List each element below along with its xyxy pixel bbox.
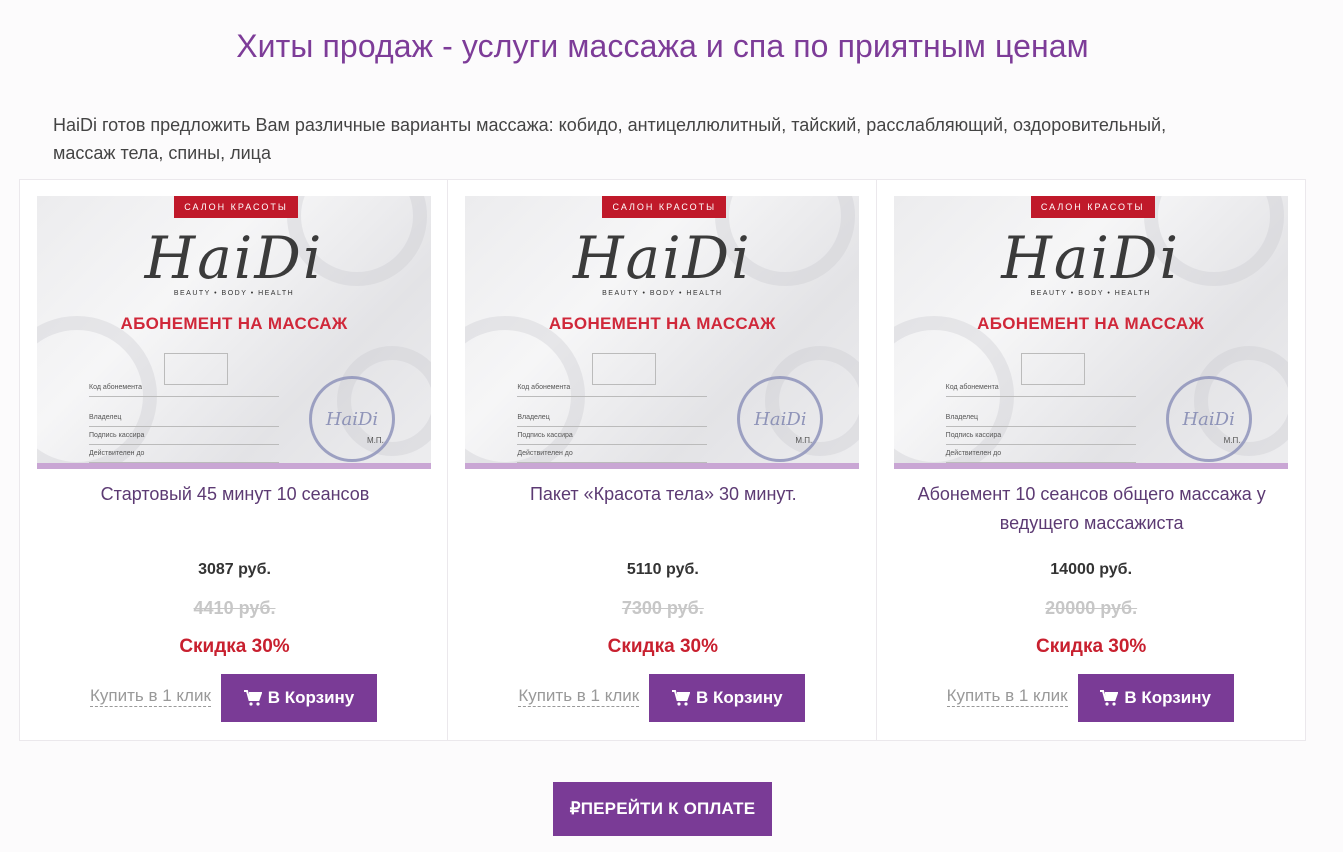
add-to-cart-label: В Корзину xyxy=(1124,688,1211,707)
add-to-cart-button[interactable]: В Корзину xyxy=(221,674,377,722)
buy-one-click-link[interactable]: Купить в 1 клик xyxy=(90,686,211,707)
stamp-icon: HaiDi xyxy=(309,376,395,462)
add-to-cart-label: В Корзину xyxy=(696,688,783,707)
product-title[interactable]: Абонемент 10 сеансов общего массажа у ве… xyxy=(917,480,1267,538)
old-price: 7300 руб. xyxy=(621,598,704,618)
shopping-cart-icon xyxy=(672,690,691,706)
stamp-mark: М.П. xyxy=(1223,436,1241,445)
add-to-cart-label: В Корзину xyxy=(267,688,355,707)
image-accent-bar xyxy=(893,463,1288,469)
old-price: 4410 руб. xyxy=(193,598,276,618)
form-line-code: Код абонемента xyxy=(945,379,1136,397)
form-line-owner: Владелец xyxy=(89,409,279,427)
form-line-code: Код абонемента xyxy=(89,379,279,397)
product-title[interactable]: Пакет «Красота тела» 30 минут. xyxy=(488,480,838,509)
form-line-owner: Владелец xyxy=(945,409,1136,427)
brand-logo: HaiDi xyxy=(572,224,752,292)
form-line-valid: Действителен до xyxy=(945,445,1136,463)
product-image[interactable]: САЛОН КРАСОТЫ HaiDi BEAUTY • BODY • HEAL… xyxy=(893,196,1288,469)
form-line-valid: Действителен до xyxy=(89,445,279,463)
stamp-icon: HaiDi xyxy=(737,376,824,462)
certificate-heading: АБОНЕМЕНТ НА МАССАЖ xyxy=(977,314,1205,333)
page-title: Хиты продаж - услуги массажа и спа по пр… xyxy=(236,28,1089,64)
certificate-heading: АБОНЕМЕНТ НА МАССАЖ xyxy=(120,314,348,333)
checkout-button[interactable]: ₽ПЕРЕЙТИ К ОПЛАТЕ xyxy=(553,782,772,836)
form-line-cashier: Подпись кассира xyxy=(517,427,708,445)
discount-label: Скидка 30% xyxy=(179,636,290,657)
discount-label: Скидка 30% xyxy=(607,636,718,657)
certificate-form-lines: Код абонемента Владелец Подпись кассира … xyxy=(89,379,279,463)
add-to-cart-button[interactable]: В Корзину xyxy=(649,674,806,722)
stamp-icon: HaiDi xyxy=(1165,376,1252,462)
brand-tagline: BEAUTY • BODY • HEALTH xyxy=(602,290,723,297)
image-accent-bar xyxy=(465,463,860,469)
product-image[interactable]: САЛОН КРАСОТЫ HaiDi BEAUTY • BODY • HEAL… xyxy=(37,196,431,469)
form-line-code: Код абонемента xyxy=(517,379,708,397)
stamp-mark: М.П. xyxy=(367,436,384,445)
form-line-valid: Действителен до xyxy=(517,445,708,463)
product-card: САЛОН КРАСОТЫ HaiDi BEAUTY • BODY • HEAL… xyxy=(877,180,1305,740)
buy-one-click-link[interactable]: Купить в 1 клик xyxy=(518,686,640,707)
discount-label: Скидка 30% xyxy=(1035,636,1147,657)
certificate-form-lines: Код абонемента Владелец Подпись кассира … xyxy=(517,379,708,463)
product-card: САЛОН КРАСОТЫ HaiDi BEAUTY • BODY • HEAL… xyxy=(20,180,449,740)
product-card: САЛОН КРАСОТЫ HaiDi BEAUTY • BODY • HEAL… xyxy=(448,180,877,740)
stamp-mark: М.П. xyxy=(795,436,813,445)
old-price: 20000 руб. xyxy=(1045,598,1138,618)
form-line-owner: Владелец xyxy=(517,409,708,427)
certificate-heading: АБОНЕМЕНТ НА МАССАЖ xyxy=(548,314,776,333)
brand-tagline: BEAUTY • BODY • HEALTH xyxy=(173,290,295,297)
brand-logo: HaiDi xyxy=(144,224,324,292)
section-intro: HaiDi готов предложить Вам различные вар… xyxy=(53,115,1167,163)
form-line-cashier: Подпись кассира xyxy=(945,427,1136,445)
price: 5110 руб. xyxy=(626,561,699,578)
price: 3087 руб. xyxy=(198,561,271,578)
product-image[interactable]: САЛОН КРАСОТЫ HaiDi BEAUTY • BODY • HEAL… xyxy=(465,196,860,469)
certificate-form-lines: Код абонемента Владелец Подпись кассира … xyxy=(945,379,1136,463)
product-grid: САЛОН КРАСОТЫ HaiDi BEAUTY • BODY • HEAL… xyxy=(19,179,1306,741)
shopping-cart-icon xyxy=(1100,690,1119,706)
price: 14000 руб. xyxy=(1050,561,1133,578)
add-to-cart-button[interactable]: В Корзину xyxy=(1077,674,1234,722)
shopping-cart-icon xyxy=(243,690,262,706)
salon-tag: САЛОН КРАСОТЫ xyxy=(174,196,298,218)
form-line-cashier: Подпись кассира xyxy=(89,427,279,445)
brand-tagline: BEAUTY • BODY • HEALTH xyxy=(1030,290,1151,297)
image-accent-bar xyxy=(37,463,431,469)
buy-one-click-link[interactable]: Купить в 1 клик xyxy=(946,686,1068,707)
product-title[interactable]: Стартовый 45 минут 10 сеансов xyxy=(60,480,410,509)
salon-tag: САЛОН КРАСОТЫ xyxy=(602,196,727,218)
salon-tag: САЛОН КРАСОТЫ xyxy=(1030,196,1155,218)
brand-logo: HaiDi xyxy=(1001,224,1181,292)
